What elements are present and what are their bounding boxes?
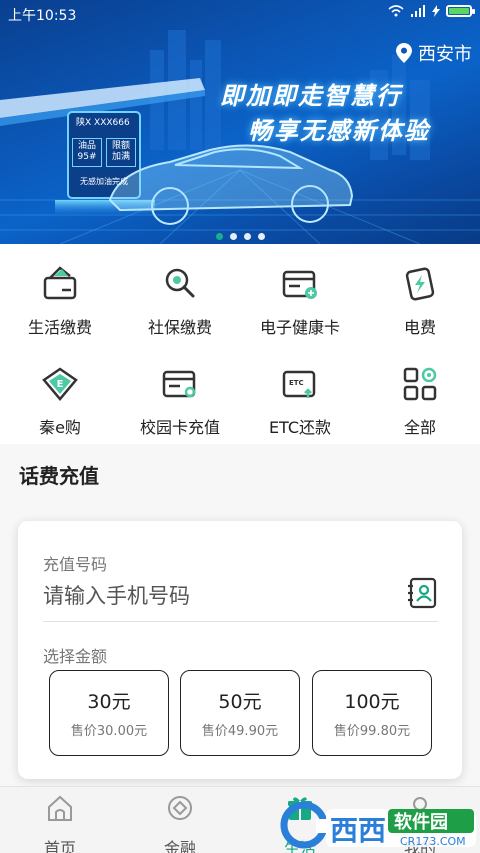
campus-card-icon bbox=[162, 370, 196, 398]
service-label: 秦e购 bbox=[39, 418, 81, 437]
all-apps-icon bbox=[403, 367, 437, 401]
service-label: 电费 bbox=[403, 318, 436, 337]
carousel-indicator bbox=[0, 233, 480, 240]
tab-label: 金融 bbox=[163, 839, 196, 853]
wallet-card-icon bbox=[43, 266, 77, 300]
phone-number-input[interactable] bbox=[43, 579, 343, 613]
phone-label: 充值号码 bbox=[43, 555, 108, 574]
service-qin-e-shop[interactable]: E 秦e购 bbox=[0, 364, 120, 438]
limit-label: 限额 bbox=[111, 140, 130, 151]
tab-label: 首页 bbox=[43, 839, 76, 853]
service-etc-repay[interactable]: ETC ETC还款 bbox=[240, 364, 360, 438]
service-campus-card[interactable]: 校园卡充值 bbox=[120, 364, 240, 438]
svg-text:ETC: ETC bbox=[289, 379, 304, 387]
tab-home[interactable]: 首页 bbox=[0, 793, 120, 853]
amount-price: 售价30.00元 bbox=[70, 724, 148, 739]
pump-panel: 陕X XXX666 油品 95# 限额 加满 无感加油完成 bbox=[72, 118, 136, 187]
amount-option-30[interactable]: 30元 售价30.00元 bbox=[49, 670, 169, 756]
service-label: 生活缴费 bbox=[27, 318, 92, 337]
watermark-logo: 西西 软件园 CR173.COM bbox=[280, 801, 476, 849]
charging-icon bbox=[432, 5, 440, 17]
service-life-payment[interactable]: 生活缴费 bbox=[0, 264, 120, 338]
diamond-e-icon: E bbox=[42, 367, 78, 401]
finance-icon bbox=[168, 796, 192, 820]
service-all[interactable]: 全部 bbox=[360, 364, 480, 438]
input-divider bbox=[43, 621, 438, 622]
magnifier-icon bbox=[165, 268, 195, 298]
wifi-icon bbox=[388, 5, 404, 17]
banner-headline-2: 畅享无感新体验 bbox=[248, 117, 430, 145]
etc-card-icon: ETC bbox=[282, 370, 316, 398]
signal-icon bbox=[411, 5, 425, 17]
status-icons bbox=[388, 5, 475, 17]
location-city: 西安市 bbox=[418, 44, 472, 65]
fuel-label: 油品 bbox=[77, 140, 96, 151]
topup-card: 充值号码 选择金额 30元 售价30.00元 50元 售价49.90元 100元… bbox=[18, 521, 462, 779]
lightning-card-icon bbox=[405, 267, 435, 301]
amount-label: 选择金额 bbox=[43, 647, 108, 666]
fuel-grade: 95# bbox=[77, 152, 97, 163]
amount-price: 售价99.80元 bbox=[333, 724, 411, 739]
plate-number: 陕X XXX666 bbox=[76, 118, 130, 128]
service-label: 社保缴费 bbox=[147, 318, 212, 337]
services-grid: 生活缴费 社保缴费 电子健康卡 电费 E 秦e购 校园卡充值 ETC ETC还款… bbox=[0, 244, 480, 444]
service-label: 全部 bbox=[403, 418, 436, 437]
battery-icon bbox=[446, 5, 475, 17]
amount-value: 30元 bbox=[87, 691, 131, 713]
banner-headline-1: 即加即走智慧行 bbox=[220, 82, 402, 110]
amount-price: 售价49.90元 bbox=[201, 724, 279, 739]
carousel-dot[interactable] bbox=[243, 233, 251, 240]
watermark-brand: 西西 bbox=[330, 814, 386, 847]
contacts-icon[interactable] bbox=[406, 577, 438, 609]
section-title-topup: 话费充值 bbox=[19, 464, 99, 488]
tab-finance[interactable]: 金融 bbox=[120, 793, 240, 853]
status-bar: 上午10:53 bbox=[0, 0, 480, 26]
service-label: 电子健康卡 bbox=[259, 318, 340, 337]
carousel-dot[interactable] bbox=[215, 233, 223, 240]
service-label: 校园卡充值 bbox=[139, 418, 220, 437]
amount-value: 100元 bbox=[344, 691, 400, 713]
service-health-card[interactable]: 电子健康卡 bbox=[240, 264, 360, 338]
watermark-tag: 软件园 bbox=[394, 811, 448, 833]
location-selector[interactable]: 西安市 bbox=[396, 40, 472, 66]
svg-text:E: E bbox=[57, 379, 64, 390]
carousel-dot[interactable] bbox=[257, 233, 265, 240]
amount-option-100[interactable]: 100元 售价99.80元 bbox=[312, 670, 432, 756]
home-icon bbox=[48, 795, 72, 821]
status-time: 上午10:53 bbox=[8, 8, 77, 24]
panel-footer: 无感加油完成 bbox=[80, 177, 128, 187]
location-pin-icon bbox=[396, 43, 412, 63]
amount-value: 50元 bbox=[218, 691, 262, 713]
amount-option-50[interactable]: 50元 售价49.90元 bbox=[180, 670, 300, 756]
app-screen: 上午10:53 西安市 即加即走智慧行 畅享无感新体验 陕X XXX666 油品… bbox=[0, 0, 480, 853]
watermark-domain: CR173.COM bbox=[400, 835, 466, 848]
carousel-dot[interactable] bbox=[229, 233, 237, 240]
health-card-icon bbox=[282, 270, 317, 299]
service-social-security[interactable]: 社保缴费 bbox=[120, 264, 240, 338]
service-label: ETC还款 bbox=[268, 418, 332, 437]
watermark: 西西 软件园 CR173.COM bbox=[280, 795, 480, 853]
promo-banner[interactable]: 上午10:53 西安市 即加即走智慧行 畅享无感新体验 陕X XXX666 油品… bbox=[0, 0, 480, 244]
service-electricity[interactable]: 电费 bbox=[360, 264, 480, 338]
limit-value: 加满 bbox=[111, 152, 130, 163]
